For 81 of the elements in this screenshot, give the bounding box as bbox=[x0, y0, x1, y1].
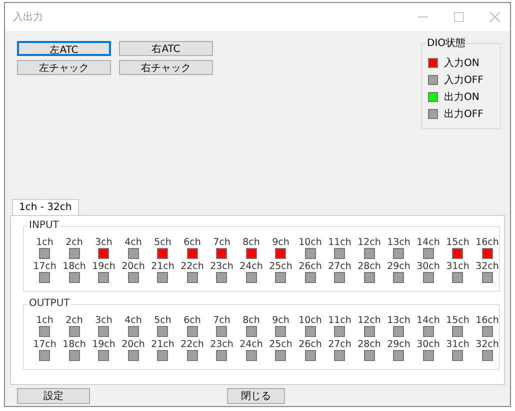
action-button[interactable]: 左チャック bbox=[17, 60, 111, 75]
channel-label: 5ch bbox=[154, 237, 172, 248]
channel-label: 23ch bbox=[210, 261, 234, 272]
channel-label: 28ch bbox=[358, 339, 381, 350]
window-title: 入出力 bbox=[13, 10, 43, 24]
channel-label: 30ch bbox=[416, 261, 440, 272]
channel-label: 26ch bbox=[298, 261, 322, 272]
channel-label: 12ch bbox=[358, 237, 381, 248]
channel-label: 8ch bbox=[242, 315, 260, 326]
channel-label: 31ch bbox=[446, 339, 470, 350]
channel-label: 11ch bbox=[328, 237, 352, 248]
channel-label: 2ch bbox=[66, 315, 83, 326]
channel-label: 6ch bbox=[184, 237, 201, 248]
channel-label: 15ch bbox=[446, 315, 470, 326]
channel-label: 13ch bbox=[387, 237, 410, 248]
channel-label: 16ch bbox=[476, 237, 499, 248]
channel-label: 27ch bbox=[328, 339, 352, 350]
channel-label: 29ch bbox=[387, 261, 410, 272]
channel-label: 28ch bbox=[358, 261, 381, 272]
channel-label: 14ch bbox=[416, 315, 440, 326]
legend-label: 入力ON bbox=[444, 56, 480, 70]
channel-label: 3ch bbox=[95, 315, 112, 326]
channel-label: 26ch bbox=[298, 339, 322, 350]
channel-label: 32ch bbox=[476, 339, 499, 350]
channel-label: 25ch bbox=[269, 261, 292, 272]
group-title: OUTPUT bbox=[28, 298, 71, 309]
channel-label: 14ch bbox=[416, 237, 440, 248]
channel-label: 3ch bbox=[95, 237, 112, 248]
group-title: DIO状態 bbox=[426, 36, 467, 50]
channel-label: 7ch bbox=[213, 315, 230, 326]
channel-label: 21ch bbox=[151, 339, 174, 350]
channel-label: 19ch bbox=[92, 339, 116, 350]
channel-label: 30ch bbox=[416, 339, 440, 350]
channel-label: 15ch bbox=[446, 237, 470, 248]
channel-label: 25ch bbox=[269, 339, 292, 350]
channel-label: 27ch bbox=[328, 261, 352, 272]
channel-label: 18ch bbox=[62, 339, 86, 350]
action-button[interactable]: 閉じる bbox=[227, 388, 285, 404]
channel-label: 18ch bbox=[62, 261, 86, 272]
close-icon[interactable] bbox=[490, 12, 500, 22]
channel-label: 9ch bbox=[272, 237, 290, 248]
channel-label: 4ch bbox=[124, 315, 142, 326]
channel-label: 2ch bbox=[66, 237, 83, 248]
channel-label: 29ch bbox=[387, 339, 410, 350]
channel-label: 10ch bbox=[298, 315, 322, 326]
channel-label: 1ch bbox=[36, 237, 54, 248]
channel-label: 17ch bbox=[33, 339, 56, 350]
channel-label: 7ch bbox=[213, 237, 230, 248]
channel-label: 20ch bbox=[122, 339, 145, 350]
legend-label: 出力ON bbox=[444, 90, 480, 104]
channel-label: 21ch bbox=[151, 261, 174, 272]
channel-label: 16ch bbox=[476, 315, 499, 326]
channel-label: 24ch bbox=[240, 339, 263, 350]
channel-label: 12ch bbox=[358, 315, 381, 326]
action-button[interactable]: 右チャック bbox=[119, 60, 213, 75]
channel-label: 1ch bbox=[36, 315, 54, 326]
action-button[interactable]: 右ATC bbox=[119, 41, 213, 56]
channel-label: 24ch bbox=[240, 261, 263, 272]
channel-label: 22ch bbox=[180, 261, 204, 272]
channel-label: 10ch bbox=[298, 237, 322, 248]
channel-label: 6ch bbox=[184, 315, 201, 326]
channel-label: 11ch bbox=[328, 315, 352, 326]
channel-label: 32ch bbox=[476, 261, 499, 272]
channel-label: 22ch bbox=[180, 339, 204, 350]
action-button[interactable]: 設定 bbox=[17, 388, 90, 404]
channel-label: 20ch bbox=[122, 261, 145, 272]
maximize-icon[interactable] bbox=[454, 12, 464, 22]
channel-label: 13ch bbox=[387, 315, 410, 326]
channel-label: 23ch bbox=[210, 339, 234, 350]
channel-label: 4ch bbox=[124, 237, 142, 248]
action-button[interactable]: 左ATC bbox=[17, 41, 111, 56]
channel-label: 19ch bbox=[92, 261, 116, 272]
legend-label: 出力OFF bbox=[444, 108, 484, 121]
channel-label: 8ch bbox=[242, 237, 260, 248]
legend-label: 入力OFF bbox=[444, 74, 484, 87]
channel-label: 17ch bbox=[33, 261, 56, 272]
channel-label: 5ch bbox=[154, 315, 172, 326]
channel-label: 31ch bbox=[446, 261, 470, 272]
group-title: INPUT bbox=[28, 220, 60, 231]
tab[interactable]: 1ch - 32ch bbox=[12, 199, 79, 215]
channel-label: 9ch bbox=[272, 315, 290, 326]
